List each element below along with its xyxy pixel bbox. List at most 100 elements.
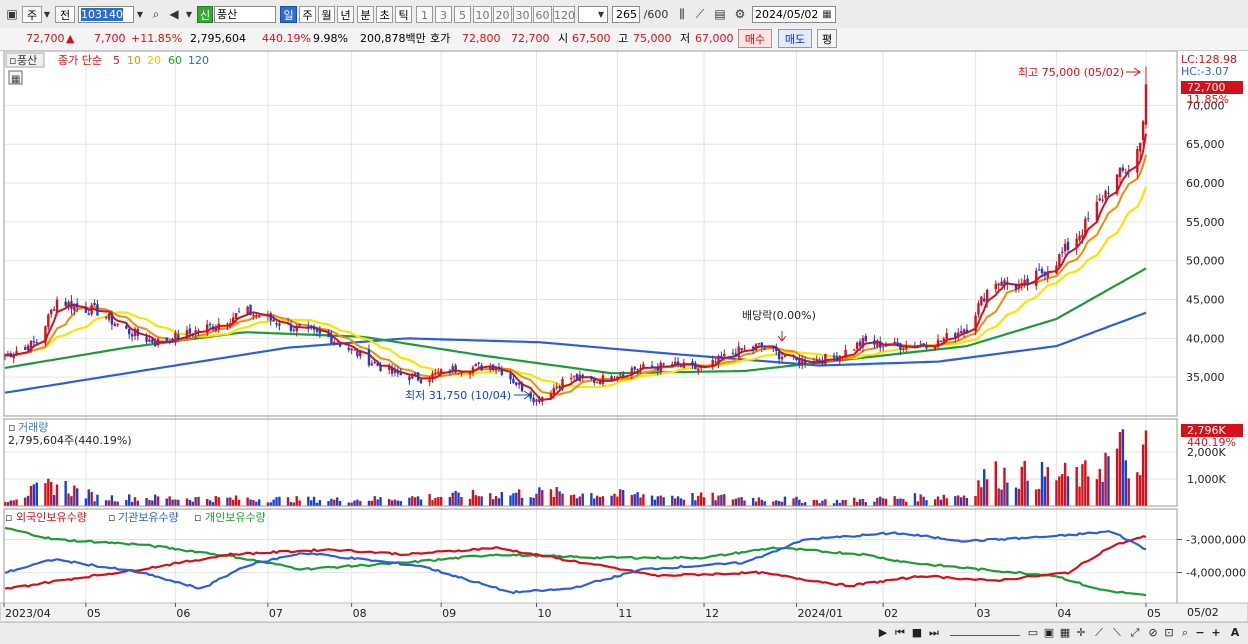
tab-year[interactable]: 년: [337, 6, 354, 23]
candle-body: [206, 324, 209, 333]
candle-body: [35, 342, 38, 344]
volume-bar: [413, 497, 417, 506]
scroll-right-icon[interactable]: ▶: [876, 625, 890, 641]
volume-bar: [367, 500, 371, 506]
draw-icon[interactable]: ⟍: [1110, 625, 1124, 641]
volume-bar: [96, 494, 99, 506]
candle-body: [792, 355, 795, 357]
volume-bar: [156, 496, 160, 506]
minute-10[interactable]: 10: [473, 6, 492, 23]
volume-bar: [431, 500, 434, 506]
calendar-icon[interactable]: ▦: [820, 6, 834, 23]
rewind-icon[interactable]: ⏮: [892, 625, 908, 641]
layout-icon[interactable]: ▣: [1042, 625, 1056, 641]
tab-day[interactable]: 일: [280, 6, 297, 23]
chevron-down-icon[interactable]: ▼: [184, 6, 194, 23]
volume-bar: [561, 493, 564, 506]
volume-bar: [335, 497, 339, 506]
volume-bar: [642, 494, 645, 506]
layout-icon[interactable]: ▭: [1026, 625, 1040, 641]
candle-body: [691, 361, 694, 365]
minute-60[interactable]: 60: [533, 6, 552, 23]
volume-bar: [286, 497, 290, 506]
draw-icon[interactable]: ⟋: [1092, 625, 1106, 641]
tab-second[interactable]: 초: [376, 6, 393, 23]
layout-icon[interactable]: ▦: [1058, 625, 1072, 641]
volume-bar: [47, 478, 50, 506]
tab-month[interactable]: 월: [318, 6, 335, 23]
search-icon[interactable]: ⌕: [148, 6, 164, 23]
minute-120[interactable]: 120: [553, 6, 575, 23]
volume-bar: [1037, 488, 1041, 506]
zoom-in-icon[interactable]: +: [1210, 625, 1222, 641]
count-field[interactable]: 265: [612, 6, 640, 23]
volume-bar: [1014, 487, 1018, 506]
tab-minute[interactable]: 분: [357, 6, 374, 23]
save-icon[interactable]: ▤: [712, 6, 728, 23]
volume-bar: [815, 500, 818, 506]
minute-5[interactable]: 5: [454, 6, 471, 23]
sell-button[interactable]: 매도: [778, 29, 812, 48]
period-selector[interactable]: 주: [22, 6, 42, 23]
candle-body: [491, 364, 495, 371]
minute-30[interactable]: 30: [513, 6, 532, 23]
volume-bar: [148, 499, 151, 506]
volume-bar: [411, 496, 414, 506]
x-axis-tick-label: 2023/04: [5, 607, 51, 620]
minute-20[interactable]: 20: [493, 6, 512, 23]
candle-body: [815, 359, 818, 363]
gear-icon[interactable]: ⚙: [732, 6, 748, 23]
volume-bar: [795, 496, 798, 506]
buy-button[interactable]: 매수: [738, 29, 772, 48]
minute-3[interactable]: 3: [435, 6, 452, 23]
line-chart-icon[interactable]: ⟋: [692, 6, 708, 23]
tab-week[interactable]: 주: [299, 6, 316, 23]
stock-name-field[interactable]: 풍산: [214, 6, 276, 23]
volume-bar: [613, 493, 616, 506]
zoom-icon[interactable]: ⌕: [1178, 625, 1192, 641]
volume-bar: [197, 496, 200, 506]
volume-bar: [884, 498, 888, 506]
chevron-down-icon[interactable]: ▼: [42, 6, 52, 23]
volume-bar: [610, 495, 613, 506]
candle-body: [226, 323, 229, 325]
volume-bar: [569, 495, 573, 506]
candle-body: [896, 342, 899, 346]
draw-icon[interactable]: ⊘: [1146, 625, 1160, 641]
volume-bar: [229, 497, 232, 506]
code-type-selector[interactable]: 전: [55, 6, 75, 23]
draw-icon[interactable]: ⤢: [1128, 625, 1142, 641]
zoom-slider[interactable]: [950, 625, 1020, 636]
minute-1[interactable]: 1: [416, 6, 433, 23]
candle-body: [298, 323, 301, 326]
volume-bar: [535, 493, 538, 506]
chevron-down-icon[interactable]: ▼: [596, 6, 606, 23]
candle-body: [211, 326, 215, 330]
window-icon[interactable]: ▣: [4, 6, 20, 23]
candle-icon[interactable]: ⫼: [674, 6, 690, 23]
candle-body: [255, 315, 258, 317]
zoom-out-icon[interactable]: −: [1194, 625, 1206, 641]
volume-bar: [497, 498, 501, 506]
fast-forward-icon[interactable]: ⏭: [926, 625, 942, 641]
eval-button[interactable]: 평: [817, 29, 837, 48]
volume-bar: [694, 500, 697, 506]
draw-icon[interactable]: ⊡: [1162, 625, 1176, 641]
volume-bar: [552, 496, 556, 506]
auto-scale-icon[interactable]: A: [1228, 625, 1242, 641]
candle-body: [229, 323, 232, 325]
stock-code-field[interactable]: 103140: [78, 6, 134, 23]
crosshair-icon[interactable]: ✛: [1074, 625, 1088, 641]
chevron-down-icon[interactable]: ▼: [134, 6, 146, 23]
candle-body: [373, 361, 376, 363]
candle-body: [590, 376, 593, 379]
candle-body: [1058, 254, 1061, 267]
candle-body: [619, 374, 622, 376]
volume-bar: [373, 496, 376, 506]
volume-bar: [474, 495, 478, 506]
speaker-icon[interactable]: ◀: [166, 6, 182, 23]
tab-tick[interactable]: 틱: [395, 6, 412, 23]
volume-bar: [821, 500, 824, 506]
stop-icon[interactable]: ■: [910, 625, 924, 641]
volume-bar: [653, 499, 657, 506]
